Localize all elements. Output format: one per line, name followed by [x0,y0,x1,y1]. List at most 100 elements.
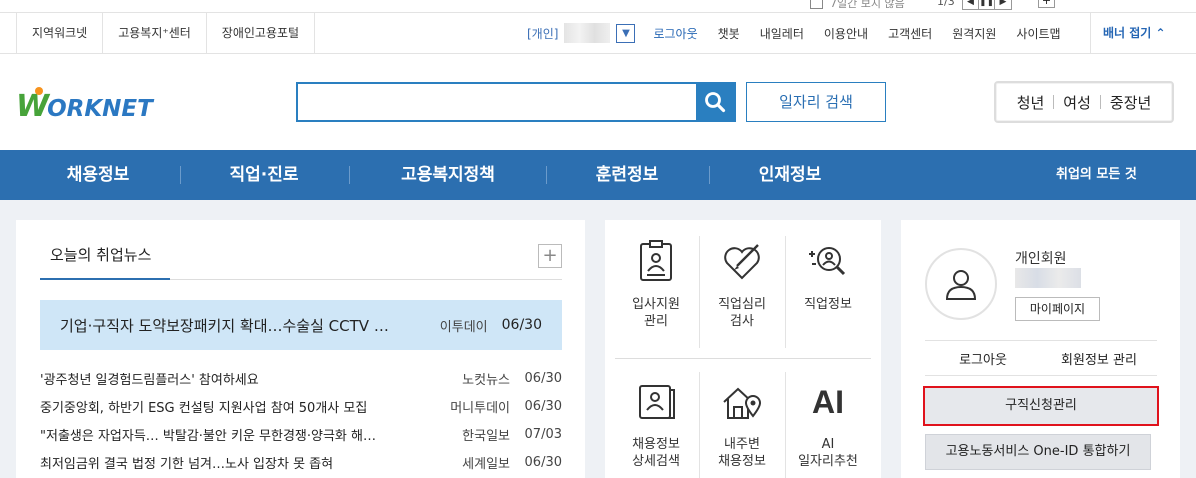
news-date: 06/30 [524,370,562,386]
menu-label-line2: 일자리추천 [798,454,858,469]
chevron-down-icon[interactable]: ▼ [616,23,636,43]
heart-pencil-icon [724,244,760,280]
tab-todays-news[interactable]: 오늘의 취업뉴스 [40,240,161,280]
remote-support-link[interactable]: 원격지원 [952,25,996,42]
mypage-button[interactable]: 마이페이지 [1015,297,1100,321]
utility-right-links: [개인] ▼ 로그아웃 챗봇 내일레터 이용안내 고객센터 원격지원 사이트맵 [527,13,1071,53]
nav-all-about-employment[interactable]: 취업의 모든 것 [1056,150,1137,200]
top-banner-strip: 7일간 보지 않음 1/3 ◀ ❚❚ ▶ + [0,0,1196,12]
nav-talent-info[interactable]: 인재정보 [730,150,850,200]
news-title: 최저임금위 결국 법정 기한 넘겨…노사 입장차 못 좁혀 [40,456,334,472]
quick-link-middle-aged[interactable]: 중장년 [1110,92,1151,113]
search-box [296,82,736,122]
job-search-button[interactable]: 일자리 검색 [746,82,886,122]
menu-label-line2: 검사 [730,314,754,329]
divider [1099,95,1101,109]
user-panel: 개인회원 마이페이지 로그아웃 회원정보 관리 구직신청관리 고용노동서비스 O… [901,220,1180,478]
menu-nearby-jobs[interactable]: 내주변 채용정보 [699,380,785,478]
prev-icon[interactable]: ◀ [963,0,979,9]
quick-links: 청년 여성 중장년 [994,81,1174,123]
next-icon[interactable]: ▶ [995,0,1011,9]
site-header: W ORKNET 일자리 검색 청년 여성 중장년 [0,54,1196,150]
news-item[interactable]: 중기중앙회, 하반기 ESG 컨설팅 지원사업 참여 50개사 모집 머니투데이… [40,392,562,420]
menu-label-line1: 직업심리 [718,297,766,312]
divider [925,340,1157,341]
news-source: 세계일보 [462,456,510,472]
news-date: 06/30 [524,398,562,414]
logo-dot [35,87,43,95]
hide-7days-checkbox[interactable] [810,0,823,9]
news-source: 노컷뉴스 [462,372,510,388]
scroll-person-icon [639,385,675,419]
banner-controls: ◀ ❚❚ ▶ [962,0,1012,10]
nav-divider [546,166,547,184]
ai-icon: AI [812,384,844,420]
member-info-button[interactable]: 회원정보 관리 [1041,349,1157,368]
quick-menu-panel: 입사지원 관리 직업심리 검사 직업정보 채용정보 상세검색 내주변 채용정보 … [605,220,881,478]
nav-divider [180,166,181,184]
news-date: 06/30 [524,454,562,470]
menu-label-line2: 채용정보 [718,454,766,469]
news-highlight-item[interactable]: 기업·구직자 도약보장패키지 확대…수술실 CCTV … 이투데이 06/30 [40,300,562,350]
customer-center-link[interactable]: 고객센터 [888,25,932,42]
logout-button[interactable]: 로그아웃 [925,349,1041,368]
menu-label-line1: 입사지원 [632,297,680,312]
news-item[interactable]: "저출생은 자업자득… 박탈감·불안 키운 무한경쟁·양극화 해… 한국일보 0… [40,420,562,448]
utility-left-links: 지역워크넷 고용복지⁺센터 장애인고용포털 [16,13,316,53]
news-highlight-title: 기업·구직자 도약보장패키지 확대…수술실 CCTV … [60,316,389,335]
nav-divider [349,166,350,184]
nav-divider [709,166,710,184]
link-employment-welfare-center[interactable]: 고용복지⁺센터 [103,13,207,53]
news-source: 한국일보 [462,428,510,444]
link-regional-worknet[interactable]: 지역워크넷 [16,13,104,53]
menu-ai-job-recommend[interactable]: AI AI 일자리추천 [785,380,871,478]
username-blurred [564,23,611,43]
avatar [925,248,997,320]
active-tab-indicator [40,278,170,280]
menu-label-line2: 상세검색 [632,454,680,469]
link-disabled-employment-portal[interactable]: 장애인고용포털 [207,13,316,53]
banner-fold-button[interactable]: 배너 접기 ⌃ [1090,13,1196,53]
news-item[interactable]: 최저임금위 결국 법정 기한 넘겨…노사 입장차 못 좁혀 세계일보 06/30 [40,448,562,476]
search-button[interactable] [696,84,734,120]
chatbot-link[interactable]: 챗봇 [718,25,740,42]
news-list: '광주청년 일경험드림플러스' 참여하세요 노컷뉴스 06/30 중기중앙회, … [40,364,562,476]
job-request-management-button[interactable]: 구직신청관리 [923,386,1159,426]
news-more-button[interactable]: + [538,244,562,268]
logo-w: W [16,87,49,124]
search-icon [705,92,726,113]
search-input[interactable] [298,84,696,120]
news-title: 중기중앙회, 하반기 ESG 컨설팅 지원사업 참여 50개사 모집 [40,400,368,416]
nav-career[interactable]: 직업·진로 [200,150,328,200]
main-navigation: 채용정보 직업·진로 고용복지정책 훈련정보 인재정보 취업의 모든 것 [0,150,1196,200]
nav-recruitment-info[interactable]: 채용정보 [40,150,156,200]
news-title: '광주청년 일경험드림플러스' 참여하세요 [40,372,259,388]
banner-add-button[interactable]: + [1038,0,1055,8]
menu-detailed-job-search[interactable]: 채용정보 상세검색 [613,380,699,478]
one-id-integration-button[interactable]: 고용노동서비스 One-ID 통합하기 [925,434,1151,470]
menu-application-management[interactable]: 입사지원 관리 [613,240,699,350]
worknet-logo[interactable]: W ORKNET [16,87,153,124]
menu-label-line2: 관리 [644,314,668,329]
news-item[interactable]: '광주청년 일경험드림플러스' 참여하세요 노컷뉴스 06/30 [40,364,562,392]
divider [925,375,1157,376]
username-blurred [1015,268,1081,288]
menu-psych-test[interactable]: 직업심리 검사 [699,240,785,350]
member-type: 개인회원 [1015,251,1067,267]
pause-icon[interactable]: ❚❚ [979,0,995,9]
nav-training-info[interactable]: 훈련정보 [566,150,688,200]
hide-7days-label: 7일간 보지 않음 [830,0,905,10]
nav-welfare-policy[interactable]: 고용복지정책 [370,150,526,200]
menu-job-info[interactable]: 직업정보 [785,240,871,350]
user-icon [945,270,977,300]
naeil-letter-link[interactable]: 내일레터 [760,25,804,42]
member-type-label: [개인] [527,26,559,41]
quick-link-youth[interactable]: 청년 [1017,92,1045,113]
quick-link-women[interactable]: 여성 [1063,92,1091,113]
menu-label-line1: AI [821,437,835,452]
logout-link[interactable]: 로그아웃 [653,25,697,42]
news-title: "저출생은 자업자득… 박탈감·불안 키운 무한경쟁·양극화 해… [40,428,376,444]
menu-label-line1: 채용정보 [632,437,680,452]
guide-link[interactable]: 이용안내 [824,25,868,42]
sitemap-link[interactable]: 사이트맵 [1016,25,1060,42]
